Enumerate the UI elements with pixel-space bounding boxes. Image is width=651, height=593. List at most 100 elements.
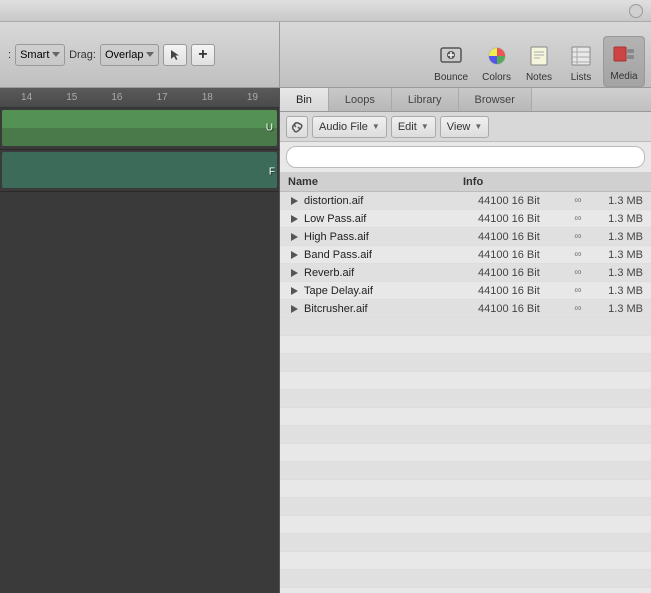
file-row-empty — [280, 390, 651, 408]
window-close-button[interactable] — [629, 4, 643, 18]
colors-button[interactable]: Colors — [476, 38, 517, 87]
right-toolbar-area: Bounce Colors — [280, 22, 651, 87]
notes-button[interactable]: Notes — [519, 38, 559, 87]
play-triangle-icon — [291, 215, 298, 223]
drag-label: Drag: — [69, 49, 96, 61]
file-play-button[interactable] — [288, 285, 300, 297]
file-row[interactable]: High Pass.aif 44100 16 Bit ∞ 1.3 MB — [280, 228, 651, 246]
audio-file-arrow: ▼ — [372, 122, 380, 131]
file-play-button[interactable] — [288, 213, 300, 225]
search-input[interactable] — [295, 151, 636, 163]
ruler-mark-15: 15 — [49, 92, 94, 103]
lists-button[interactable]: Lists — [561, 38, 601, 87]
file-link-icon: ∞ — [568, 213, 588, 224]
notes-label: Notes — [526, 72, 552, 83]
tracks-content: U F — [0, 108, 279, 593]
file-link-icon: ∞ — [568, 249, 588, 260]
file-row[interactable]: Low Pass.aif 44100 16 Bit ∞ 1.3 MB — [280, 210, 651, 228]
file-row-empty — [280, 318, 651, 336]
track-clip-1[interactable]: U — [2, 110, 277, 146]
file-play-button[interactable] — [288, 303, 300, 315]
bounce-button[interactable]: Bounce — [428, 38, 474, 87]
file-name: Band Pass.aif — [304, 249, 478, 261]
track-row-1[interactable]: U — [0, 110, 279, 150]
file-row[interactable]: Tape Delay.aif 44100 16 Bit ∞ 1.3 MB — [280, 282, 651, 300]
file-size: 1.3 MB — [588, 267, 643, 279]
file-name: distortion.aif — [304, 195, 478, 207]
media-button[interactable]: Media — [603, 36, 645, 87]
audio-file-dropdown[interactable]: Audio File ▼ — [312, 116, 387, 138]
file-row-empty — [280, 480, 651, 498]
file-row-empty — [280, 336, 651, 354]
track-row-2[interactable]: F — [0, 152, 279, 192]
file-size: 1.3 MB — [588, 249, 643, 261]
track-clip-2[interactable]: F — [2, 152, 277, 188]
browser-toolbar: Audio File ▼ Edit ▼ View ▼ — [280, 112, 651, 142]
colors-icon — [483, 42, 511, 70]
ruler-mark-17: 17 — [140, 92, 185, 103]
title-bar — [0, 0, 651, 22]
file-name: Tape Delay.aif — [304, 285, 478, 297]
file-info: 44100 16 Bit — [478, 249, 568, 261]
file-link-icon: ∞ — [568, 285, 588, 296]
media-icon — [610, 41, 638, 69]
file-link-icon: ∞ — [568, 303, 588, 314]
play-triangle-icon — [291, 305, 298, 313]
column-info-header: Info — [463, 176, 643, 188]
right-panel: Bin Loops Library Browser Audio File ▼ E… — [280, 88, 651, 593]
add-tool-button[interactable]: + — [191, 44, 215, 66]
tab-bar: Bin Loops Library Browser — [280, 88, 651, 112]
notes-icon — [525, 42, 553, 70]
file-row-empty — [280, 552, 651, 570]
file-name: High Pass.aif — [304, 231, 478, 243]
edit-dropdown[interactable]: Edit ▼ — [391, 116, 436, 138]
colors-label: Colors — [482, 72, 511, 83]
track-label-2: F — [269, 166, 275, 177]
left-toolbar-area: : Smart Drag: Overlap + — [0, 22, 280, 87]
lists-label: Lists — [571, 72, 592, 83]
tab-bin[interactable]: Bin — [280, 88, 329, 111]
file-row-empty — [280, 372, 651, 390]
file-row-empty — [280, 516, 651, 534]
file-size: 1.3 MB — [588, 303, 643, 315]
mode-select[interactable]: Smart — [15, 44, 65, 66]
ruler-mark-16: 16 — [94, 92, 139, 103]
file-play-button[interactable] — [288, 231, 300, 243]
file-play-button[interactable] — [288, 267, 300, 279]
file-info: 44100 16 Bit — [478, 285, 568, 297]
column-name-header: Name — [288, 176, 463, 188]
drag-select[interactable]: Overlap — [100, 44, 159, 66]
file-name: Low Pass.aif — [304, 213, 478, 225]
view-dropdown[interactable]: View ▼ — [440, 116, 490, 138]
lists-icon — [567, 42, 595, 70]
audio-file-label: Audio File — [319, 121, 368, 133]
view-arrow: ▼ — [474, 122, 482, 131]
tab-library[interactable]: Library — [392, 88, 459, 111]
file-row[interactable]: Reverb.aif 44100 16 Bit ∞ 1.3 MB — [280, 264, 651, 282]
tab-browser[interactable]: Browser — [459, 88, 532, 111]
file-play-button[interactable] — [288, 195, 300, 207]
file-list-header: Name Info — [280, 172, 651, 192]
file-link-icon: ∞ — [568, 267, 588, 278]
play-triangle-icon — [291, 287, 298, 295]
file-row-empty — [280, 444, 651, 462]
file-play-button[interactable] — [288, 249, 300, 261]
file-row[interactable]: Bitcrusher.aif 44100 16 Bit ∞ 1.3 MB — [280, 300, 651, 318]
link-button[interactable] — [286, 116, 308, 138]
play-triangle-icon — [291, 269, 298, 277]
bounce-label: Bounce — [434, 72, 468, 83]
pointer-tool-button[interactable] — [163, 44, 187, 66]
file-link-icon: ∞ — [568, 231, 588, 242]
ruler-mark-18: 18 — [185, 92, 230, 103]
edit-label: Edit — [398, 121, 417, 133]
edit-arrow: ▼ — [421, 122, 429, 131]
file-size: 1.3 MB — [588, 285, 643, 297]
ruler: 14 15 16 17 18 19 — [0, 88, 279, 108]
file-row[interactable]: Band Pass.aif 44100 16 Bit ∞ 1.3 MB — [280, 246, 651, 264]
file-row[interactable]: distortion.aif 44100 16 Bit ∞ 1.3 MB — [280, 192, 651, 210]
view-label: View — [447, 121, 471, 133]
file-name: Reverb.aif — [304, 267, 478, 279]
file-row-empty — [280, 462, 651, 480]
file-info: 44100 16 Bit — [478, 303, 568, 315]
tab-loops[interactable]: Loops — [329, 88, 392, 111]
